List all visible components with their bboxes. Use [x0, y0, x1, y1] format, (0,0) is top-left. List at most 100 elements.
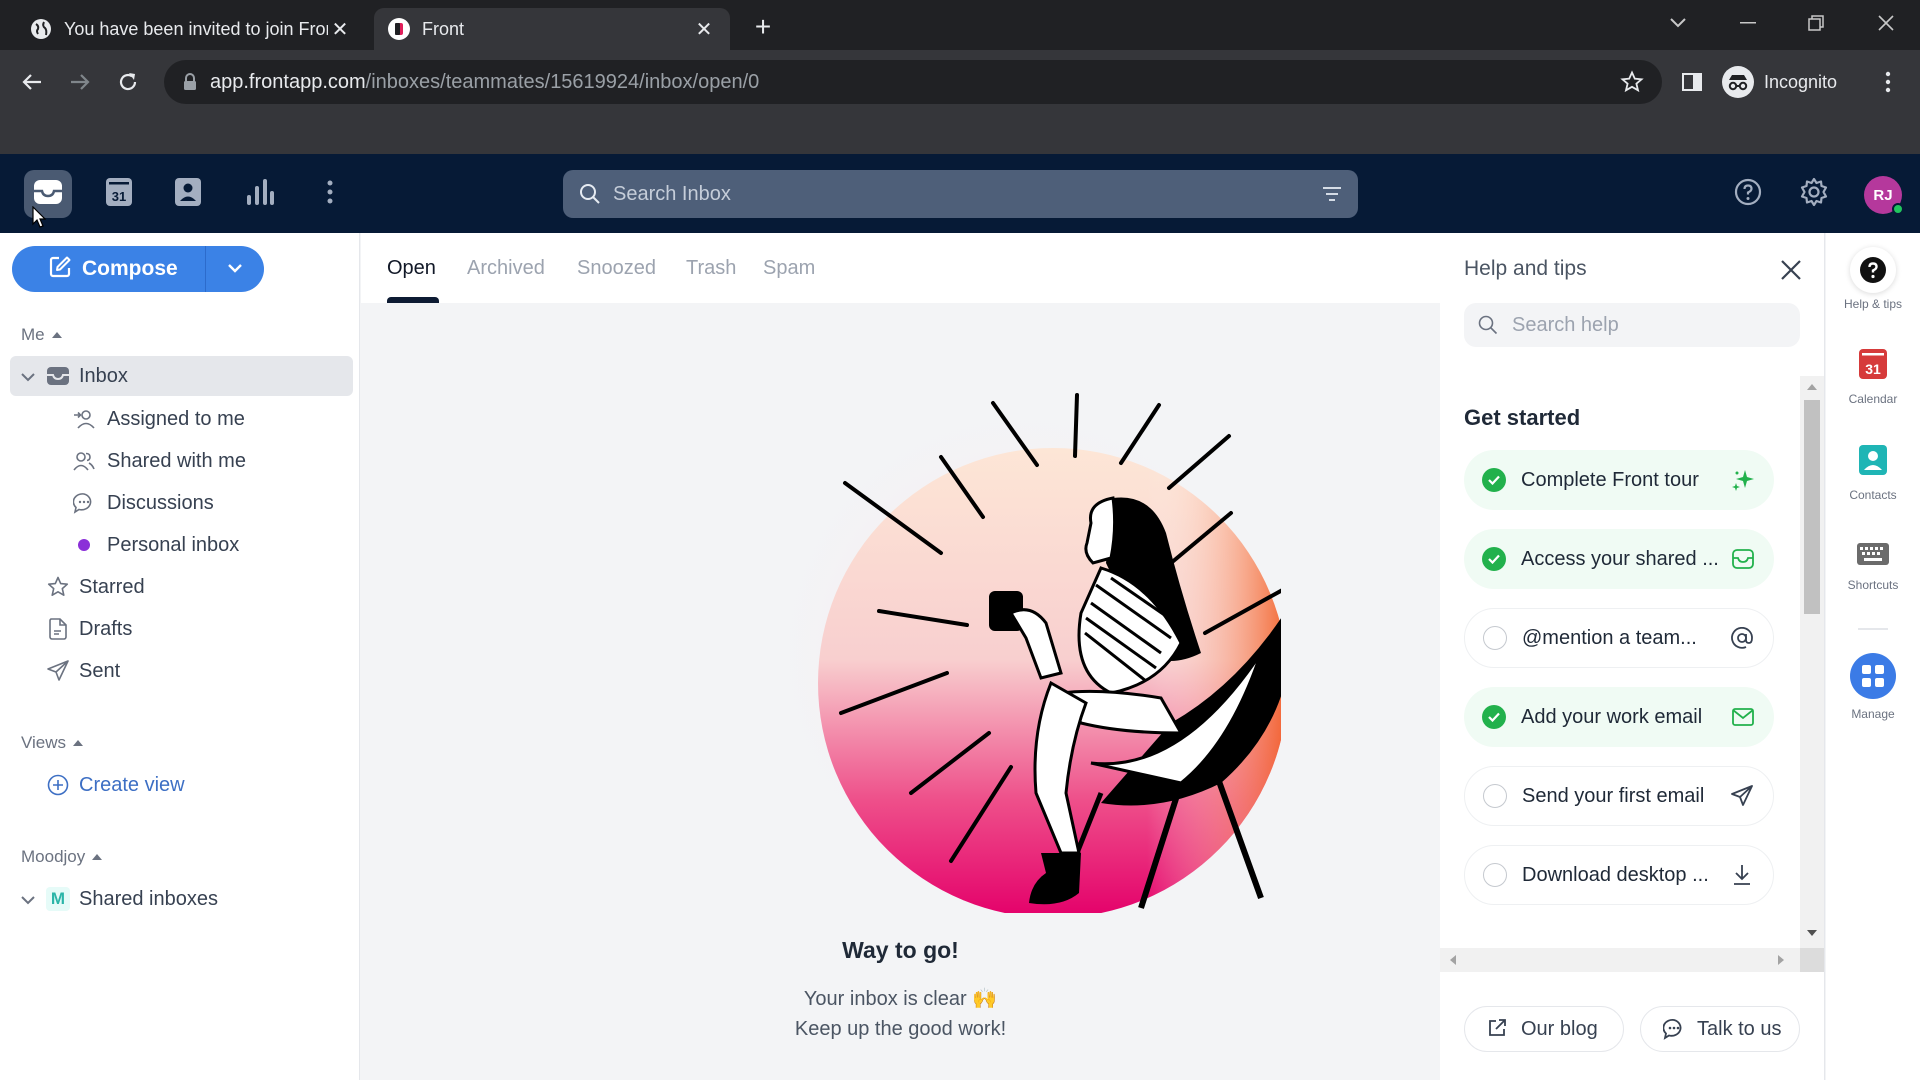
draft-icon: [46, 617, 70, 641]
app-topbar: 31 RJ: [0, 154, 1920, 233]
contacts-nav-button[interactable]: [164, 170, 212, 218]
sidebar-item-inbox[interactable]: Inbox: [10, 356, 353, 396]
sidebar-item-shared-with-me[interactable]: Shared with me: [10, 441, 353, 481]
sidebar-item-shared-inboxes[interactable]: M Shared inboxes: [10, 879, 353, 919]
sidebar-item-label: Personal inbox: [107, 533, 240, 556]
tab-trash[interactable]: Trash: [686, 257, 736, 280]
tab-snoozed[interactable]: Snoozed: [577, 257, 656, 280]
bookmark-star-icon[interactable]: [1620, 70, 1644, 94]
send-icon: [46, 659, 70, 683]
help-vertical-scrollbar[interactable]: [1800, 376, 1824, 948]
forward-icon[interactable]: [62, 64, 98, 100]
mouse-cursor-icon: [32, 206, 46, 228]
analytics-nav-button[interactable]: [236, 170, 284, 218]
chat-icon: [1662, 1018, 1685, 1040]
address-bar[interactable]: app.frontapp.com/inboxes/teammates/15619…: [164, 60, 1662, 104]
compose-options-button[interactable]: [206, 260, 264, 278]
url-path: /inboxes/teammates/15619924/inbox/open/0: [365, 70, 760, 93]
team-section-header[interactable]: Moodjoy: [21, 847, 103, 867]
help-button[interactable]: [1726, 172, 1770, 216]
task-send-first-email[interactable]: Send your first email: [1464, 766, 1774, 826]
close-tab-icon[interactable]: ✕: [692, 17, 716, 41]
calendar-nav-button[interactable]: 31: [95, 170, 143, 218]
rail-help-tips[interactable]: Help & tips: [1826, 247, 1920, 311]
rail-contacts[interactable]: Contacts: [1826, 445, 1920, 502]
rail-manage[interactable]: Manage: [1826, 653, 1920, 721]
filter-icon[interactable]: [1320, 182, 1344, 206]
scroll-right-arrow[interactable]: [1778, 955, 1784, 965]
task-download-desktop[interactable]: Download desktop ...: [1464, 845, 1774, 905]
collapse-triangle-icon: [73, 740, 84, 746]
tab-search-icon[interactable]: [1658, 8, 1698, 38]
sidebar-item-starred[interactable]: Starred: [10, 567, 353, 607]
restore-icon[interactable]: [1796, 8, 1836, 38]
scroll-up-arrow[interactable]: [1807, 384, 1817, 390]
more-nav-button[interactable]: [306, 170, 354, 218]
browser-menu-icon[interactable]: [1870, 64, 1906, 100]
sidebar-item-personal-inbox[interactable]: Personal inbox: [10, 525, 353, 565]
scroll-down-arrow[interactable]: [1807, 930, 1817, 936]
browser-tab-front[interactable]: Front ✕: [374, 8, 730, 50]
close-help-button[interactable]: [1776, 255, 1806, 285]
task-label: Access your shared ...: [1521, 547, 1719, 570]
rail-calendar[interactable]: 31 Calendar: [1826, 349, 1920, 406]
chevron-down-icon[interactable]: [20, 368, 36, 384]
chevron-down-icon[interactable]: [20, 891, 36, 907]
new-tab-button[interactable]: +: [748, 11, 778, 42]
scroll-left-arrow[interactable]: [1450, 955, 1456, 965]
our-blog-label: Our blog: [1521, 1017, 1598, 1040]
back-icon[interactable]: [14, 64, 50, 100]
help-horizontal-scrollbar[interactable]: [1440, 948, 1800, 972]
download-icon: [1729, 862, 1755, 888]
task-add-work-email[interactable]: Add your work email: [1464, 687, 1774, 747]
reload-icon[interactable]: [110, 64, 146, 100]
help-search-input[interactable]: [1512, 313, 1772, 337]
plus-circle-icon: [46, 773, 70, 797]
scrollbar-corner: [1800, 948, 1824, 972]
search-inbox-input[interactable]: [613, 182, 1293, 206]
sidebar-item-drafts[interactable]: Drafts: [10, 609, 353, 649]
create-view-link[interactable]: Create view: [10, 765, 353, 805]
me-section-header[interactable]: Me: [21, 325, 62, 345]
minimize-icon[interactable]: [1728, 8, 1768, 38]
chevron-down-icon: [227, 260, 243, 278]
users-icon: [72, 449, 96, 473]
task-mention-teammate[interactable]: @mention a team...: [1464, 608, 1774, 668]
scroll-thumb[interactable]: [1804, 400, 1820, 614]
contacts-icon: [1859, 445, 1887, 480]
settings-button[interactable]: [1792, 172, 1836, 216]
sidebar-item-sent[interactable]: Sent: [10, 651, 353, 691]
browser-tab-invite[interactable]: You have been invited to join Front ✕: [16, 8, 366, 50]
check-circle-icon: [1482, 468, 1506, 492]
get-started-heading: Get started: [1464, 405, 1581, 430]
tab-archived[interactable]: Archived: [467, 257, 545, 280]
compose-button[interactable]: Compose: [12, 246, 206, 292]
task-label: Send your first email: [1522, 784, 1705, 807]
calendar-icon: 31: [1859, 349, 1887, 384]
url-text: app.frontapp.com/inboxes/teammates/15619…: [210, 71, 759, 94]
rail-shortcuts[interactable]: Shortcuts: [1826, 543, 1920, 592]
task-access-shared-inbox[interactable]: Access your shared ...: [1464, 529, 1774, 589]
tab-spam[interactable]: Spam: [763, 257, 815, 280]
incognito-indicator[interactable]: Incognito: [1722, 62, 1837, 102]
user-avatar[interactable]: RJ: [1864, 176, 1904, 215]
sidebar-item-assigned-to-me[interactable]: Assigned to me: [10, 399, 353, 439]
close-tab-icon[interactable]: ✕: [328, 17, 352, 41]
talk-to-us-button[interactable]: Talk to us: [1640, 1006, 1800, 1052]
rail-divider: [1858, 628, 1888, 630]
our-blog-button[interactable]: Our blog: [1464, 1006, 1624, 1052]
search-icon: [579, 183, 601, 205]
help-search-field[interactable]: [1464, 303, 1800, 347]
close-window-icon[interactable]: [1866, 8, 1906, 38]
side-panel-icon[interactable]: [1674, 64, 1710, 100]
talk-to-us-label: Talk to us: [1697, 1017, 1782, 1040]
sidebar-item-discussions[interactable]: Discussions: [10, 483, 353, 523]
lock-icon: [182, 73, 198, 91]
tab-open[interactable]: Open: [387, 257, 436, 280]
rail-item-label: Manage: [1851, 707, 1895, 721]
task-complete-front-tour[interactable]: Complete Front tour: [1464, 450, 1774, 510]
search-inbox-field[interactable]: [563, 170, 1358, 218]
views-section-header[interactable]: Views: [21, 733, 84, 753]
browser-tabstrip: You have been invited to join Front ✕ Fr…: [0, 0, 1920, 50]
rail-item-label: Help & tips: [1843, 297, 1903, 311]
